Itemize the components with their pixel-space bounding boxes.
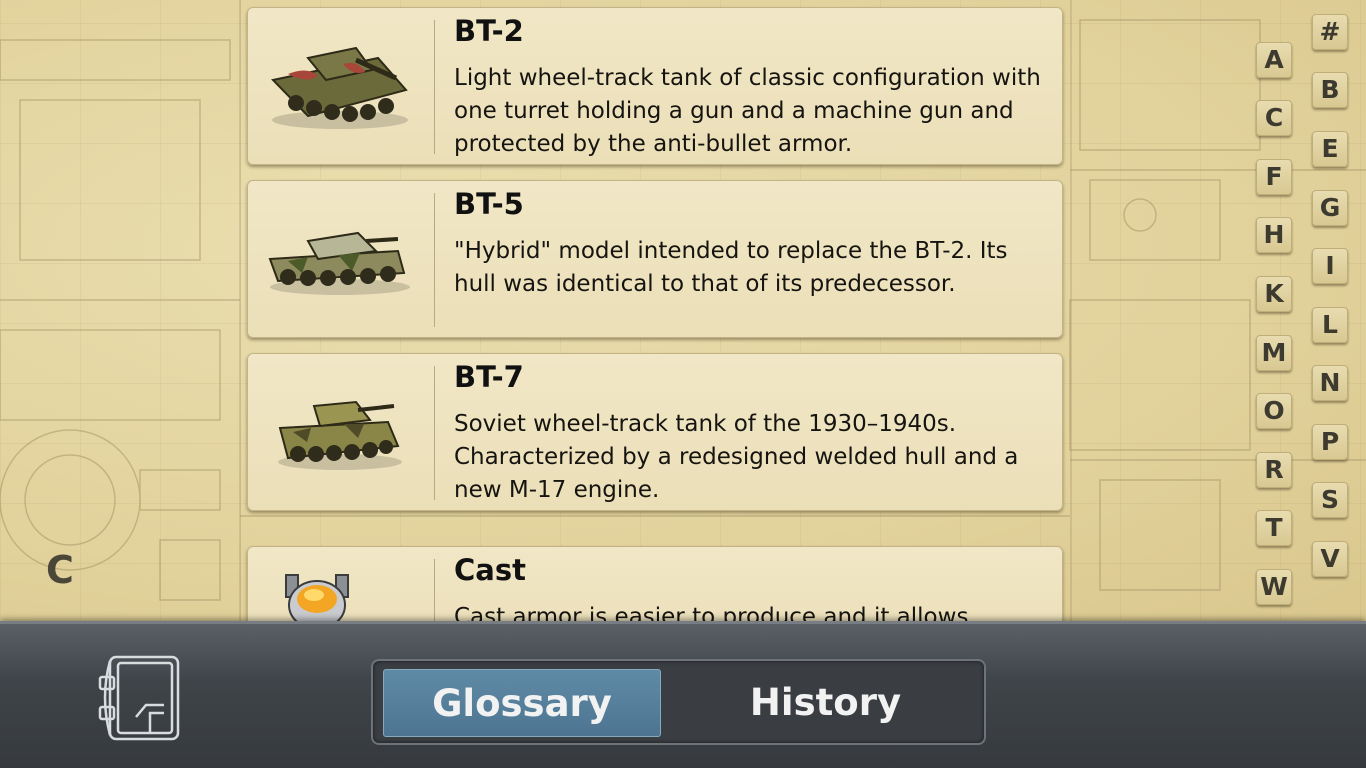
entry-description: Light wheel-track tank of classic config… — [454, 65, 1041, 157]
index-letter-s[interactable]: S — [1312, 482, 1348, 518]
index-letter-c[interactable]: C — [1256, 100, 1292, 136]
index-letter-w[interactable]: W — [1256, 569, 1292, 605]
glossary-entry-bt5[interactable]: BT-5 "Hybrid" model intended to replace … — [247, 180, 1063, 338]
index-letter-l[interactable]: L — [1312, 307, 1348, 343]
entry-title: Cast — [454, 553, 526, 587]
entry-title: BT-7 — [454, 360, 524, 394]
index-letter-m[interactable]: M — [1256, 335, 1292, 371]
encyclopedia-book-icon[interactable] — [96, 651, 184, 745]
index-letter-f[interactable]: F — [1256, 159, 1292, 195]
entry-title: BT-5 — [454, 187, 524, 221]
bt2-tank-icon — [248, 8, 434, 164]
tab-glossary[interactable]: Glossary — [383, 669, 661, 737]
section-letter: C — [46, 548, 74, 592]
bottom-bar: Glossary History — [0, 621, 1366, 768]
entry-separator — [434, 20, 435, 154]
glossary-entry-bt7[interactable]: BT-7 Soviet wheel-track tank of the 1930… — [247, 353, 1063, 511]
index-letter-b[interactable]: B — [1312, 72, 1348, 108]
index-letter-r[interactable]: R — [1256, 452, 1292, 488]
index-letter-i[interactable]: I — [1312, 248, 1348, 284]
index-letter-hash[interactable]: # — [1312, 14, 1348, 50]
tab-history[interactable]: History — [673, 669, 978, 737]
index-letter-g[interactable]: G — [1312, 190, 1348, 226]
index-letter-e[interactable]: E — [1312, 131, 1348, 167]
bt7-tank-icon — [248, 354, 434, 510]
glossary-entry-bt2[interactable]: BT-2 Light wheel-track tank of classic c… — [247, 7, 1063, 165]
index-letter-p[interactable]: P — [1312, 424, 1348, 460]
index-letter-a[interactable]: A — [1256, 42, 1292, 78]
index-letter-t[interactable]: T — [1256, 510, 1292, 546]
column-guide-left — [239, 0, 241, 624]
bt5-tank-icon — [248, 181, 434, 337]
view-tabs: Glossary History — [371, 659, 986, 745]
entry-description: Soviet wheel-track tank of the 1930–1940… — [454, 411, 1019, 503]
entry-title: BT-2 — [454, 14, 524, 48]
column-guide-right — [1070, 0, 1072, 624]
index-letter-h[interactable]: H — [1256, 217, 1292, 253]
entry-separator — [434, 193, 435, 327]
index-letter-n[interactable]: N — [1312, 365, 1348, 401]
index-letter-v[interactable]: V — [1312, 541, 1348, 577]
entry-separator — [434, 366, 435, 500]
index-letter-o[interactable]: O — [1256, 393, 1292, 429]
index-letter-k[interactable]: K — [1256, 276, 1292, 312]
entry-separator — [434, 559, 435, 629]
entry-description: "Hybrid" model intended to replace the B… — [454, 238, 1008, 297]
